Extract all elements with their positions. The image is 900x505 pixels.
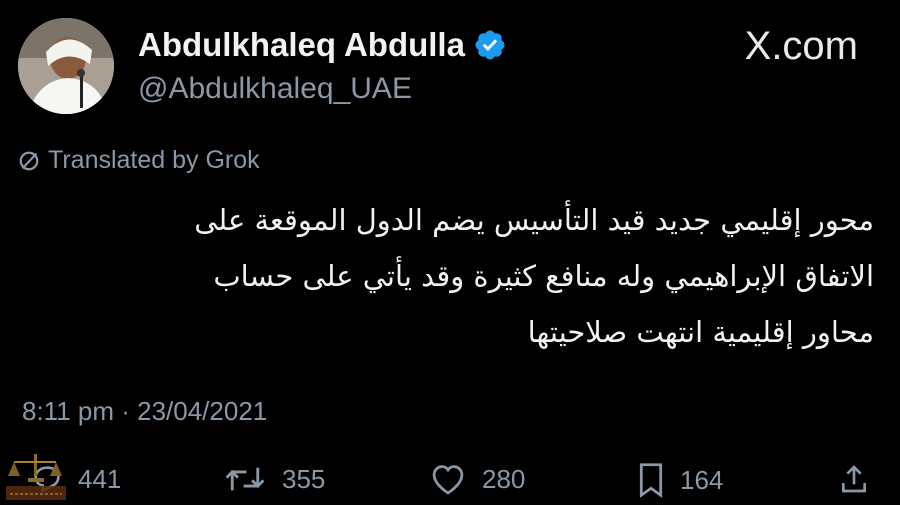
tweet-line: محاور إقليمية انتهت صلاحيتها (527, 315, 874, 349)
watermark-logo-icon (6, 454, 66, 500)
bookmark-count: 164 (680, 464, 724, 495)
action-bar: 441 355 280 164 (0, 462, 900, 502)
translation-note[interactable]: Translated by Grok (18, 146, 260, 175)
translation-note-label: Translated by Grok (48, 146, 260, 174)
author-name-row[interactable]: Abdulkhaleq Abdulla (138, 26, 507, 64)
repost-icon (225, 467, 265, 491)
heart-icon (432, 465, 464, 495)
bookmark-button[interactable]: 164 (636, 462, 723, 498)
verified-badge-icon (475, 30, 505, 60)
tweet-timestamp[interactable]: 8:11 pm · 23/04/2021 (22, 396, 267, 427)
author-handle[interactable]: @Abdulkhaleq_UAE (138, 72, 412, 106)
tweet-line: محور إقليمي جديد قيد التأسيس يضم الدول ا… (194, 203, 874, 237)
like-count: 280 (482, 463, 526, 494)
reply-count: 441 (78, 463, 122, 494)
site-brand: X.com (744, 24, 858, 68)
bookmark-icon (639, 463, 663, 498)
tweet-line: الاتفاق الإبراهيمي وله منافع كثيرة وقد ي… (213, 259, 874, 293)
repost-button[interactable]: 355 (222, 462, 325, 496)
author-name[interactable]: Abdulkhaleq Abdulla (138, 26, 465, 64)
share-button[interactable] (838, 462, 870, 496)
share-icon (842, 465, 866, 493)
repost-count: 355 (282, 463, 326, 494)
tweet-text: محور إقليمي جديد قيد التأسيس يضم الدول ا… (24, 192, 874, 360)
grok-slash-icon (19, 151, 39, 170)
like-button[interactable]: 280 (428, 462, 525, 496)
avatar[interactable] (18, 18, 114, 114)
